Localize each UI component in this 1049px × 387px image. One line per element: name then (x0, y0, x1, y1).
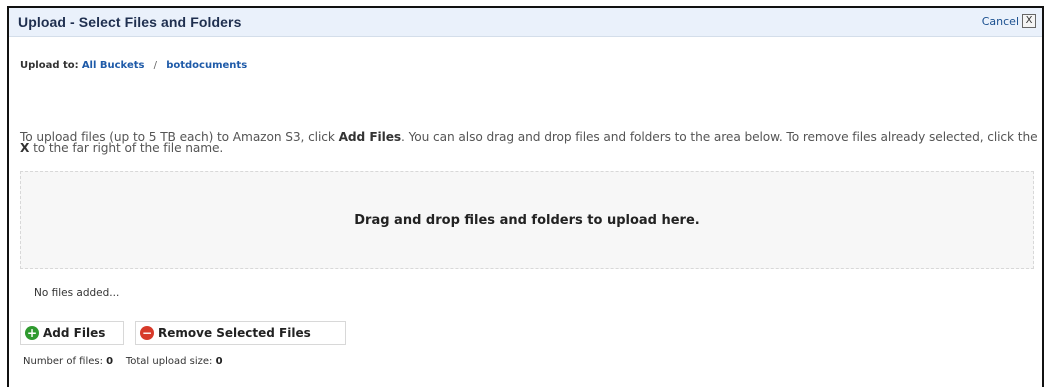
dialog-titlebar: Upload - Select Files and Folders Cancel… (9, 8, 1042, 37)
breadcrumb-separator: / (153, 60, 158, 71)
drop-zone[interactable]: Drag and drop files and folders to uploa… (20, 171, 1034, 269)
upload-stats: Number of files: 0 Total upload size: 0 (23, 356, 223, 367)
drop-zone-text: Drag and drop files and folders to uploa… (354, 212, 700, 228)
cancel-link[interactable]: Cancel (982, 15, 1019, 28)
remove-selected-label: Remove Selected Files (158, 326, 311, 340)
cancel-area: Cancel X (982, 14, 1036, 28)
upload-to-label: Upload to: (20, 60, 79, 71)
close-icon[interactable]: X (1022, 14, 1036, 28)
file-count-label: Number of files: (23, 356, 103, 367)
minus-circle-icon: − (140, 326, 154, 340)
upload-size-value: 0 (215, 356, 223, 367)
breadcrumb: Upload to: All Buckets / botdocuments (20, 60, 247, 71)
breadcrumb-all-buckets[interactable]: All Buckets (82, 60, 145, 71)
dialog-title: Upload - Select Files and Folders (18, 14, 242, 30)
breadcrumb-bucket[interactable]: botdocuments (166, 60, 247, 71)
add-files-button[interactable]: + Add Files (20, 321, 124, 345)
add-files-label: Add Files (43, 326, 106, 340)
plus-circle-icon: + (25, 326, 39, 340)
file-count-value: 0 (106, 356, 114, 367)
instructions-text-2: . You can also drag and drop files and f… (401, 130, 1038, 144)
remove-selected-files-button[interactable]: − Remove Selected Files (135, 321, 346, 345)
instructions-x: X (20, 141, 30, 155)
file-list-empty: No files added... (34, 287, 120, 299)
upload-size-label: Total upload size: (125, 356, 213, 367)
upload-dialog: Upload - Select Files and Folders Cancel… (7, 6, 1044, 387)
instructions-add-files: Add Files (338, 130, 402, 144)
upload-instructions: To upload files (up to 5 TB each) to Ama… (20, 130, 1042, 155)
instructions-text-3: to the far right of the file name. (29, 141, 224, 155)
